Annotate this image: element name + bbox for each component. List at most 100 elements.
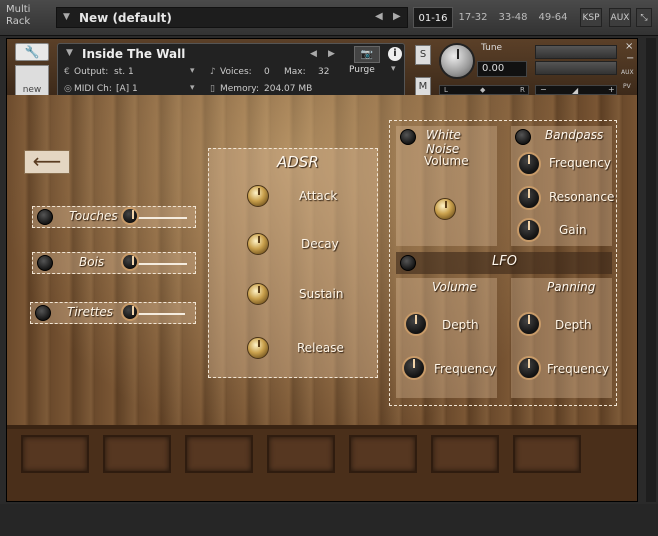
chevron-down-icon[interactable]: ▼ bbox=[66, 48, 73, 58]
volume-minus-icon[interactable]: − bbox=[540, 85, 547, 94]
white-noise-panel: White Noise Volume bbox=[396, 126, 497, 246]
wrench-icon[interactable]: 🔧 bbox=[15, 43, 49, 61]
release-label: Release bbox=[297, 341, 344, 355]
mute-button[interactable]: M bbox=[415, 77, 431, 97]
output-icon: € bbox=[64, 67, 70, 77]
release-knob[interactable] bbox=[247, 337, 269, 359]
ksp-button[interactable]: KSP bbox=[580, 8, 602, 27]
bandpass-gain-knob[interactable] bbox=[517, 218, 541, 242]
lfo-panning-frequency-knob[interactable] bbox=[517, 356, 541, 380]
adsr-panel: ADSR Attack Decay Sustain Release bbox=[208, 148, 378, 378]
output-value[interactable]: st. 1 bbox=[114, 67, 134, 77]
aux-button[interactable]: AUX bbox=[609, 8, 631, 27]
wainscot-panel bbox=[513, 435, 581, 473]
aux-send-label[interactable]: AUX bbox=[621, 69, 634, 76]
pan-center-icon: ◆ bbox=[480, 86, 486, 94]
tirettes-slider-track[interactable] bbox=[131, 313, 185, 315]
decay-knob[interactable] bbox=[247, 233, 269, 255]
tab-range-49-64[interactable]: 49-64 bbox=[533, 7, 573, 28]
white-noise-title: White Noise bbox=[426, 128, 461, 156]
output-label: Output: bbox=[74, 67, 109, 77]
touches-toggle[interactable] bbox=[37, 209, 53, 225]
solo-button[interactable]: S bbox=[415, 45, 431, 65]
wainscot-panel bbox=[431, 435, 499, 473]
tune-value[interactable]: 0.00 bbox=[477, 61, 527, 77]
collapse-icon[interactable]: ⤡ bbox=[636, 8, 652, 27]
wainscot-panel bbox=[185, 435, 253, 473]
voices-label: Voices: bbox=[220, 67, 252, 77]
sustain-knob[interactable] bbox=[247, 283, 269, 305]
wainscot-panel bbox=[103, 435, 171, 473]
midi-label: MIDI Ch: bbox=[74, 84, 112, 94]
level-meter-right bbox=[535, 61, 617, 75]
bois-label: Bois bbox=[79, 255, 105, 269]
bois-slider-track[interactable] bbox=[131, 263, 187, 265]
next-instrument-icon[interactable]: ▶ bbox=[328, 49, 335, 59]
attack-label: Attack bbox=[299, 189, 338, 203]
next-preset-icon[interactable]: ▶ bbox=[393, 11, 401, 22]
prev-preset-icon[interactable]: ◀ bbox=[375, 11, 383, 22]
instrument-name: Inside The Wall bbox=[82, 47, 186, 61]
tab-range-17-32[interactable]: 17-32 bbox=[453, 7, 493, 28]
minimize-icon[interactable]: − bbox=[626, 53, 634, 64]
lfo-volume-depth-label: Depth bbox=[442, 318, 479, 332]
midi-icon: ◎ bbox=[64, 84, 72, 94]
touches-slider-track[interactable] bbox=[131, 217, 187, 219]
tab-range-33-48[interactable]: 33-48 bbox=[493, 7, 533, 28]
midi-dropdown-icon[interactable]: ▾ bbox=[190, 83, 195, 93]
pan-right-label: R bbox=[520, 86, 525, 94]
white-noise-toggle[interactable] bbox=[400, 129, 416, 145]
purge-dropdown-icon[interactable]: ▾ bbox=[391, 64, 396, 74]
bandpass-toggle[interactable] bbox=[515, 129, 531, 145]
multi-rack-title: Multi Rack bbox=[6, 4, 31, 27]
bandpass-frequency-knob[interactable] bbox=[517, 152, 541, 176]
lfo-volume-frequency-label: Frequency bbox=[434, 362, 496, 376]
prev-instrument-icon[interactable]: ◀ bbox=[310, 49, 317, 59]
lfo-panning-frequency-label: Frequency bbox=[547, 362, 609, 376]
white-noise-volume-knob[interactable] bbox=[434, 198, 456, 220]
lfo-title: LFO bbox=[492, 254, 517, 269]
lfo-volume-depth-knob[interactable] bbox=[404, 312, 428, 336]
wainscot-panel bbox=[267, 435, 335, 473]
memory-value: 204.07 MB bbox=[264, 84, 313, 94]
lfo-toggle[interactable] bbox=[400, 255, 416, 271]
chevron-down-icon[interactable]: ▼ bbox=[63, 12, 70, 22]
tab-range-01-16[interactable]: 01-16 bbox=[413, 7, 453, 28]
level-meter-left bbox=[535, 45, 617, 59]
midi-channel-value[interactable]: [A] 1 bbox=[116, 84, 138, 94]
new-button[interactable]: new bbox=[15, 65, 49, 97]
volume-plus-icon[interactable]: + bbox=[608, 85, 615, 94]
preset-selector[interactable]: ▼ New (default) ◀ ▶ bbox=[56, 7, 408, 28]
bandpass-resonance-knob[interactable] bbox=[517, 186, 541, 210]
bois-toggle[interactable] bbox=[37, 255, 53, 271]
slider-row-tirettes: Tirettes bbox=[30, 302, 196, 324]
close-icon[interactable]: × bbox=[625, 41, 633, 52]
wainscot-panel bbox=[349, 435, 417, 473]
output-dropdown-icon[interactable]: ▾ bbox=[190, 66, 195, 76]
tirettes-slider-handle[interactable] bbox=[121, 303, 139, 321]
info-icon[interactable]: i bbox=[388, 47, 402, 61]
tune-label: Tune bbox=[481, 43, 503, 53]
tirettes-toggle[interactable] bbox=[35, 305, 51, 321]
volume-slider[interactable]: − ◢ + bbox=[535, 85, 617, 95]
lfo-volume-title: Volume bbox=[432, 280, 477, 294]
purge-button[interactable]: Purge bbox=[349, 65, 375, 75]
lfo-volume-panel: Volume Depth Frequency bbox=[396, 278, 497, 398]
slider-row-touches: Touches bbox=[32, 206, 196, 228]
attack-knob[interactable] bbox=[247, 185, 269, 207]
rack-bottom-area bbox=[0, 504, 658, 536]
max-voices-value[interactable]: 32 bbox=[318, 67, 329, 77]
tune-knob[interactable] bbox=[439, 43, 475, 79]
bois-slider-handle[interactable] bbox=[121, 253, 139, 271]
pv-label[interactable]: PV bbox=[623, 83, 631, 90]
pan-slider[interactable]: L ◆ R bbox=[439, 85, 529, 95]
camera-icon[interactable]: 📷 bbox=[354, 46, 380, 63]
rack-scrollbar[interactable] bbox=[646, 38, 656, 502]
volume-handle-icon[interactable]: ◢ bbox=[572, 86, 578, 95]
lfo-volume-frequency-knob[interactable] bbox=[402, 356, 426, 380]
lfo-panning-depth-knob[interactable] bbox=[517, 312, 541, 336]
decay-label: Decay bbox=[301, 237, 339, 251]
back-arrow-button[interactable]: ⟵ bbox=[24, 150, 70, 174]
tirettes-label: Tirettes bbox=[67, 305, 114, 319]
touches-slider-handle[interactable] bbox=[121, 207, 139, 225]
